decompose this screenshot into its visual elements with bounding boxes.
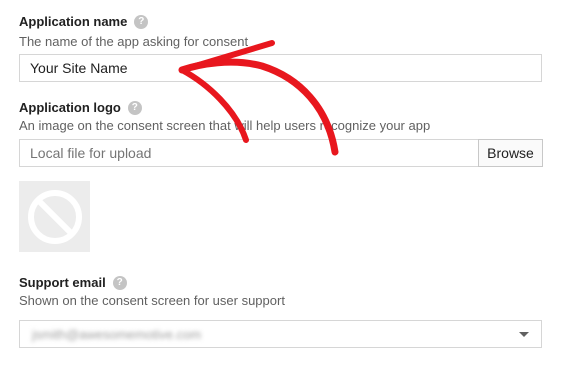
support-email-description: Shown on the consent screen for user sup… — [19, 293, 285, 308]
app-name-description: The name of the app asking for consent — [19, 34, 249, 49]
app-name-input[interactable]: Your Site Name — [19, 54, 542, 82]
help-icon[interactable]: ? — [112, 275, 127, 290]
help-icon[interactable]: ? — [134, 14, 149, 29]
app-logo-label-text: Application logo — [19, 100, 121, 115]
app-logo-label: Application logo ? — [19, 100, 142, 115]
app-logo-description: An image on the consent screen that will… — [19, 118, 431, 133]
logo-file-input[interactable]: Local file for upload — [19, 139, 479, 167]
browse-button[interactable]: Browse — [478, 139, 543, 167]
support-email-label-text: Support email — [19, 275, 106, 290]
app-name-value: Your Site Name — [30, 60, 128, 76]
no-image-icon — [27, 189, 82, 244]
logo-file-placeholder: Local file for upload — [30, 145, 152, 161]
support-email-label: Support email ? — [19, 275, 127, 290]
chevron-down-icon[interactable] — [519, 331, 529, 337]
app-name-label: Application name ? — [19, 14, 149, 29]
support-email-select[interactable]: jsmith@awesomemotive.com — [19, 320, 542, 348]
help-icon[interactable]: ? — [127, 100, 142, 115]
app-name-label-text: Application name — [19, 14, 128, 29]
logo-preview — [19, 181, 90, 252]
support-email-value: jsmith@awesomemotive.com — [32, 326, 202, 342]
